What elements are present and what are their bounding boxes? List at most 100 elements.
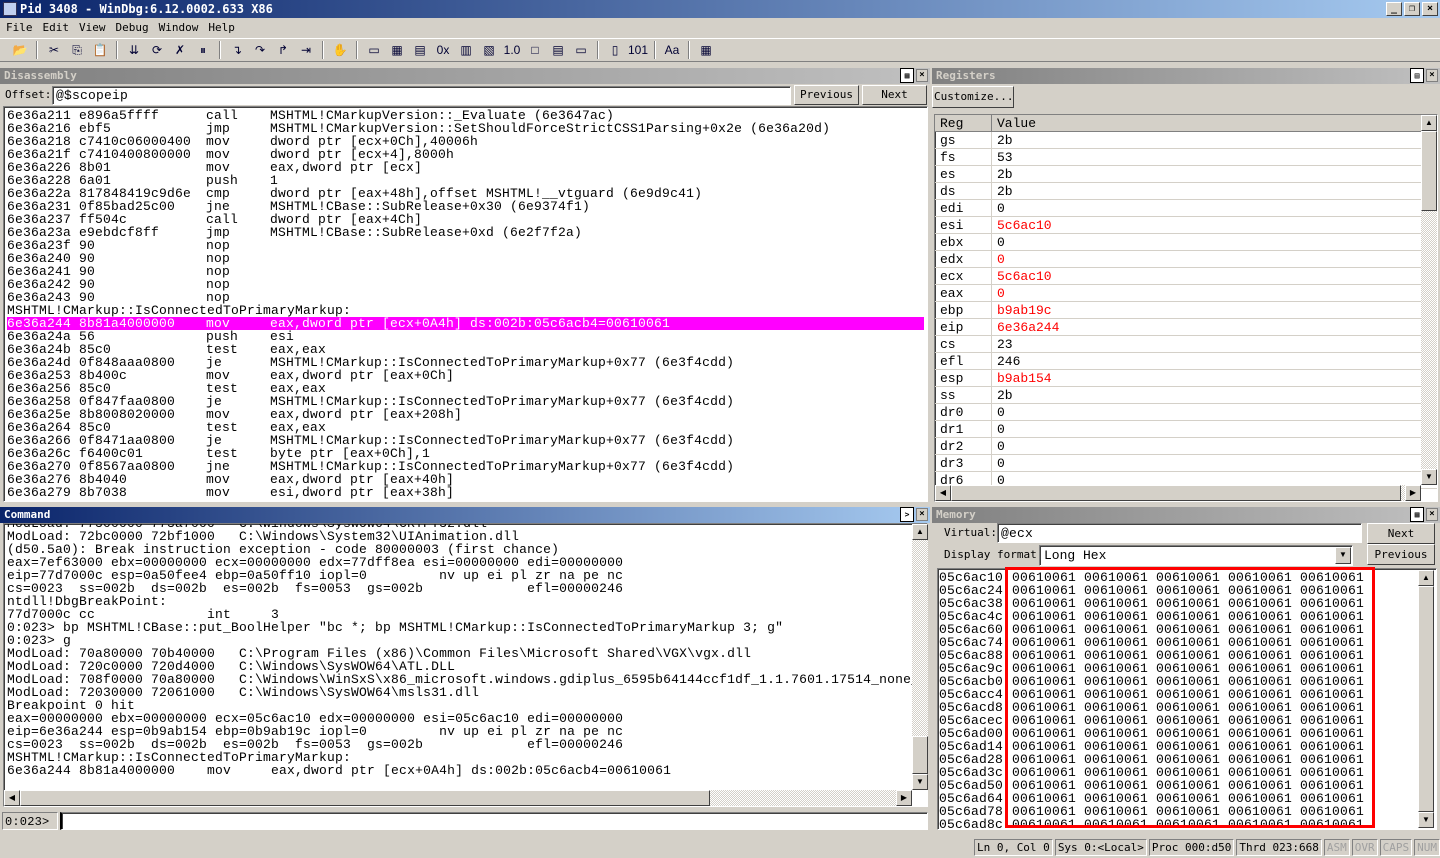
open-icon[interactable]: 📂 [10, 41, 30, 59]
disassembly-line[interactable]: 6e36a244 8b81a4000000 mov eax,dword ptr [e… [7, 317, 924, 330]
register-row[interactable]: eip 6e36a244 [935, 319, 1437, 336]
register-row[interactable]: esp b9ab154 [935, 370, 1437, 387]
register-row[interactable]: gs 2b [935, 132, 1437, 149]
cut-icon[interactable]: ✂ [44, 41, 64, 59]
disassembly-line[interactable]: 6e36a270 0f8567aa0800 jne MSHTML!CMarkup::… [7, 460, 924, 473]
memory-next-button[interactable]: Next [1367, 523, 1435, 544]
source-mode-icon[interactable]: ▯ [605, 41, 625, 59]
scroll-thumb[interactable] [951, 485, 1401, 501]
scroll-thumb[interactable] [20, 790, 710, 806]
register-value[interactable]: 23 [992, 336, 1013, 352]
reg-column-header[interactable]: Reg [935, 115, 992, 131]
display-format-select[interactable]: Long Hex ▼ [1039, 545, 1353, 566]
scratch-pad-icon[interactable]: □ [525, 41, 545, 59]
memory-window-icon[interactable]: ▥ [456, 41, 476, 59]
command-output[interactable]: ModLoad: 77300000 773a7000 C:\Windows\Sy… [3, 523, 928, 807]
offset-input[interactable]: @$scopeip [52, 86, 791, 105]
register-row[interactable]: dr1 0 [935, 421, 1437, 438]
disassembly-line[interactable]: 6e36a276 8b4040 mov eax,dword ptr [eax+40h… [7, 473, 924, 486]
register-value[interactable]: 6e36a244 [992, 319, 1059, 335]
register-value[interactable]: 246 [992, 353, 1020, 369]
register-value[interactable]: 0 [992, 404, 1005, 420]
menu-debug[interactable]: Debug [116, 18, 155, 38]
register-value[interactable]: 0 [992, 251, 1005, 267]
register-row[interactable]: dr0 0 [935, 404, 1437, 421]
register-value[interactable]: 2b [992, 166, 1013, 182]
command-input[interactable] [60, 812, 928, 830]
scroll-up-button[interactable]: ▲ [1421, 115, 1437, 131]
value-column-header[interactable]: Value [992, 115, 1036, 131]
stop-debugging-icon[interactable]: ✗ [170, 41, 190, 59]
font-icon[interactable]: Aa [662, 41, 682, 59]
register-value[interactable]: 0 [992, 234, 1005, 250]
watch-window-icon[interactable]: ▦ [387, 41, 407, 59]
command-title-bar[interactable]: Command > × [0, 507, 930, 523]
memory-dump[interactable]: 05c6ac10 00610061 00610061 00610061 00610061… [937, 568, 1437, 830]
restore-button[interactable]: ❐ [1404, 2, 1420, 16]
register-row[interactable]: dr3 0 [935, 455, 1437, 472]
scroll-right-button[interactable]: ▶ [896, 790, 912, 806]
hex-mode-icon[interactable]: 101 [628, 41, 648, 59]
disassembly-line[interactable]: 6e36a24a 56 push esi [7, 330, 924, 343]
memory-vertical-scrollbar[interactable]: ▲ ▼ [1418, 570, 1434, 828]
registers-horizontal-scrollbar[interactable]: ◀ ▶ [935, 485, 1421, 501]
register-value[interactable]: 53 [992, 149, 1013, 165]
disassembly-title-bar[interactable]: Disassembly ▦ × [0, 68, 930, 84]
register-row[interactable]: dr2 0 [935, 438, 1437, 455]
register-row[interactable]: esi 5c6ac10 [935, 217, 1437, 234]
locals-window-icon[interactable]: ▤ [410, 41, 430, 59]
virtual-address-input[interactable]: @ecx [997, 523, 1362, 543]
register-row[interactable]: ss 2b [935, 387, 1437, 404]
register-value[interactable]: 2b [992, 183, 1013, 199]
menu-window[interactable]: Window [159, 18, 205, 38]
scroll-thumb[interactable] [912, 736, 928, 774]
register-value[interactable]: 0 [992, 455, 1005, 471]
disassembly-line[interactable]: 6e36a23a e9ebdcf8ff jmp MSHTML!CBase::SubR… [7, 226, 924, 239]
step-over-icon[interactable]: ↷ [250, 41, 270, 59]
register-row[interactable]: es 2b [935, 166, 1437, 183]
command-vertical-scrollbar[interactable]: ▲ ▼ [912, 524, 928, 790]
disassembly-window-icon[interactable]: 1.0 [502, 41, 522, 59]
scroll-thumb[interactable] [1418, 586, 1434, 812]
scroll-down-button[interactable]: ▼ [912, 774, 928, 790]
register-value[interactable]: 2b [992, 132, 1013, 148]
menu-view[interactable]: View [79, 18, 112, 38]
register-row[interactable]: ecx 5c6ac10 [935, 268, 1437, 285]
register-value[interactable]: 0 [992, 438, 1005, 454]
register-row[interactable]: edx 0 [935, 251, 1437, 268]
register-value[interactable]: b9ab19c [992, 302, 1052, 318]
memory-close-button[interactable]: × [1426, 508, 1438, 521]
copy-icon[interactable]: ⎘ [67, 41, 87, 59]
register-row[interactable]: ds 2b [935, 183, 1437, 200]
next-button[interactable]: Next [862, 85, 927, 105]
register-value[interactable]: 0 [992, 421, 1005, 437]
registers-window-icon[interactable]: 0x [433, 41, 453, 59]
scroll-right-button[interactable]: ▶ [1405, 485, 1421, 501]
close-button[interactable]: × [1422, 2, 1438, 16]
register-value[interactable]: 0 [992, 200, 1005, 216]
registers-close-button[interactable]: × [1426, 69, 1438, 82]
step-out-icon[interactable]: ↱ [273, 41, 293, 59]
options-icon[interactable]: ▦ [696, 41, 716, 59]
scroll-down-button[interactable]: ▼ [1418, 812, 1434, 828]
disassembly-line[interactable]: 6e36a266 0f8471aa0800 je MSHTML!CMarkup::I… [7, 434, 924, 447]
register-value[interactable]: 5c6ac10 [992, 268, 1052, 284]
disassembly-line[interactable]: 6e36a253 8b400c mov eax,dword ptr [eax+0Ch… [7, 369, 924, 382]
register-row[interactable]: fs 53 [935, 149, 1437, 166]
command-close-button[interactable]: × [916, 508, 928, 521]
disassembly-line[interactable]: 6e36a241 90 nop [7, 265, 924, 278]
scroll-left-button[interactable]: ◀ [4, 790, 20, 806]
registers-vertical-scrollbar[interactable]: ▲ ▼ [1421, 115, 1437, 485]
register-row[interactable]: edi 0 [935, 200, 1437, 217]
register-row[interactable]: efl 246 [935, 353, 1437, 370]
disassembly-listing[interactable]: 6e36a211 e896a5ffff call MSHTML!CMarkupVer… [3, 106, 928, 502]
command-window-icon[interactable]: > [900, 507, 914, 522]
disassembly-line[interactable]: 6e36a25e 8b8008020000 mov eax,dword ptr [e… [7, 408, 924, 421]
memory-window-icon[interactable]: ▦ [1410, 507, 1424, 522]
run-to-cursor-icon[interactable]: ⇥ [296, 41, 316, 59]
disassembly-line[interactable]: 6e36a24d 0f848aaa0800 je MSHTML!CMarkup::I… [7, 356, 924, 369]
register-row[interactable]: ebp b9ab19c [935, 302, 1437, 319]
command-horizontal-scrollbar[interactable]: ◀ ▶ [4, 790, 912, 806]
chevron-down-icon[interactable]: ▼ [1335, 547, 1351, 564]
menu-edit[interactable]: Edit [43, 18, 76, 38]
